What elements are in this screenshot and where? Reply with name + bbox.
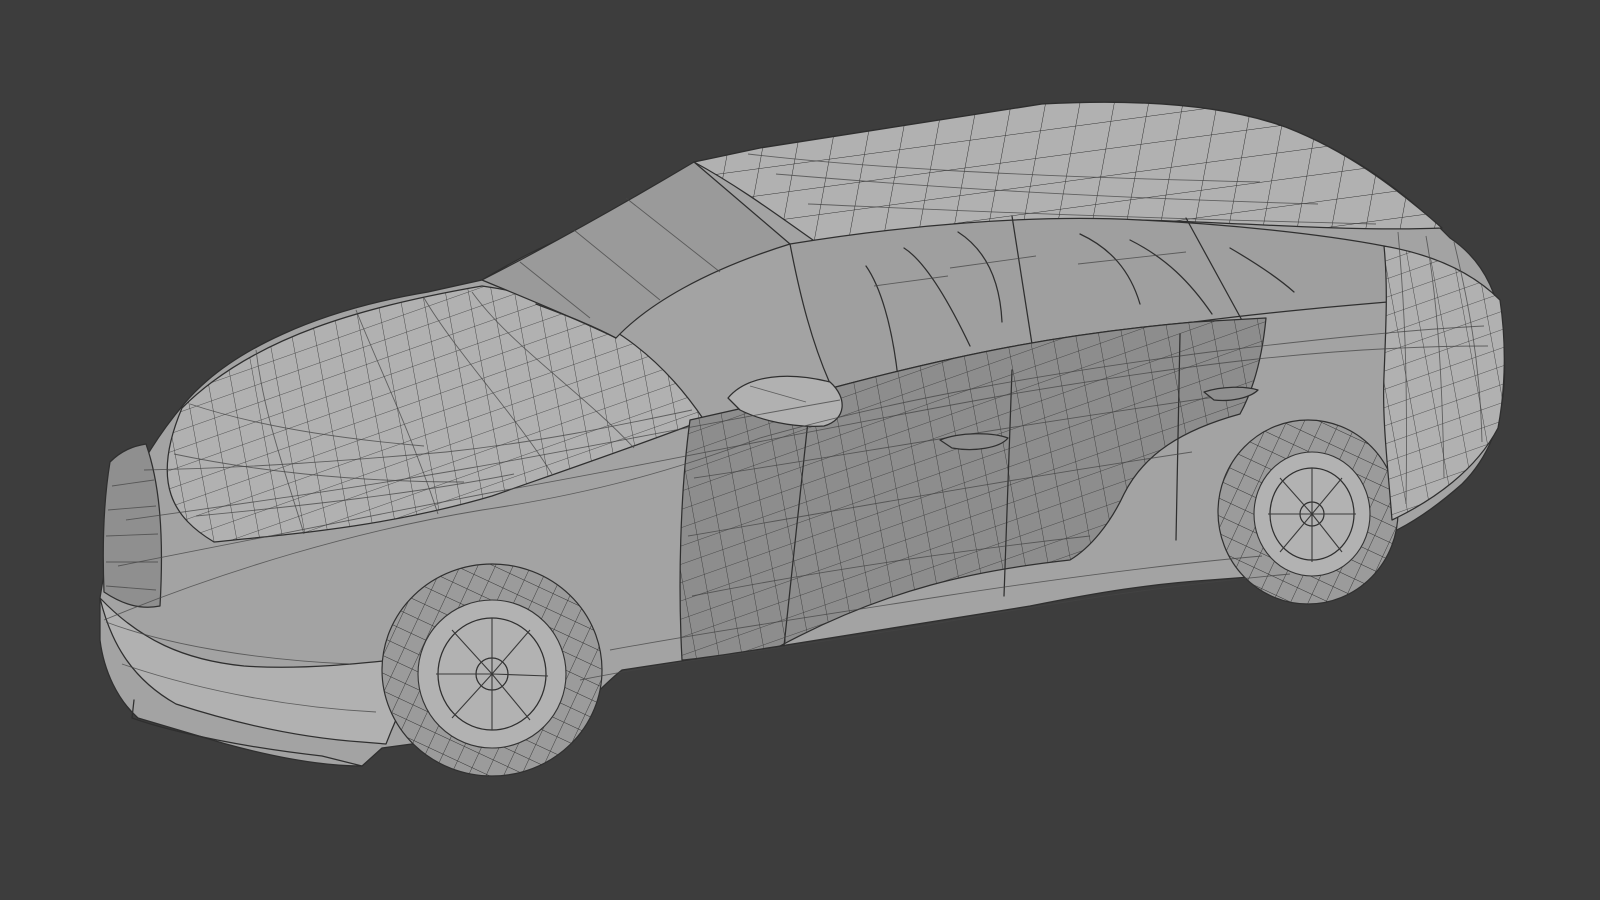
3d-viewport [0, 0, 1600, 900]
grille [102, 443, 163, 608]
front-wheel [381, 563, 603, 777]
car-wireframe-model [99, 101, 1506, 777]
rear-wheel [1217, 419, 1399, 605]
rear-section [1382, 245, 1505, 521]
